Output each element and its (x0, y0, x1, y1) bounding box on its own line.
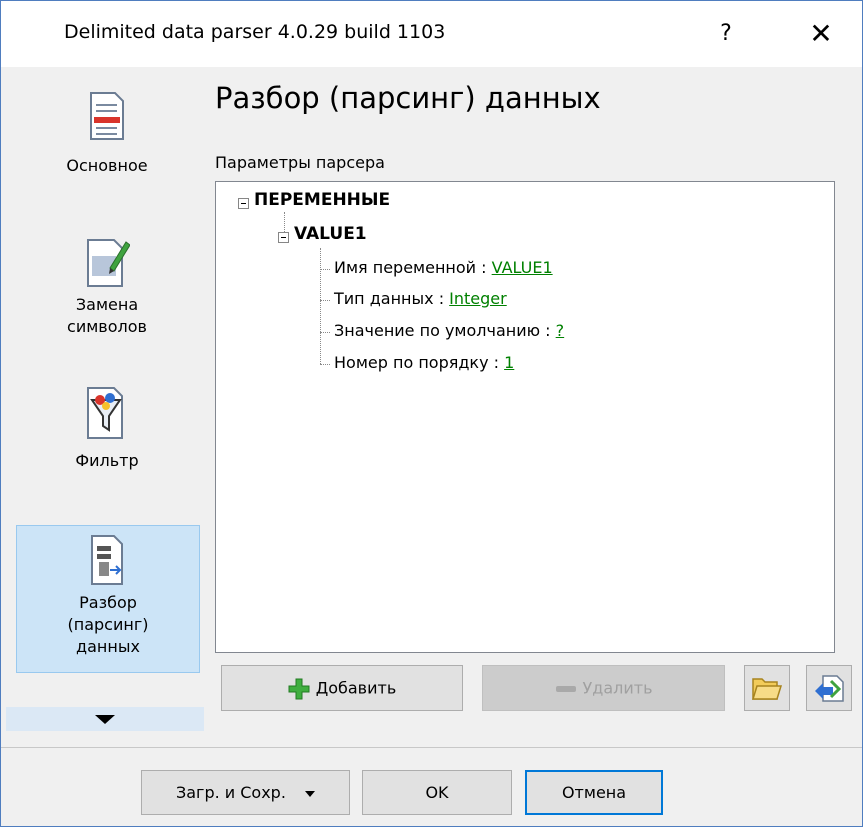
sidebar-item-parsing[interactable]: Разбор (парсинг) данных (16, 525, 200, 673)
funnel-icon (87, 387, 123, 439)
window-title: Delimited data parser 4.0.29 build 1103 (64, 21, 446, 43)
open-folder-button[interactable] (744, 665, 790, 711)
ok-button[interactable]: OK (362, 770, 512, 815)
prop-value-link[interactable]: Integer (449, 289, 507, 308)
parser-icon (91, 535, 123, 585)
document-icon (90, 92, 124, 140)
close-button[interactable]: ✕ (791, 11, 851, 57)
add-button-label: Добавить (315, 678, 397, 698)
prop-value-link[interactable]: VALUE1 (492, 258, 553, 277)
minus-icon (555, 685, 576, 692)
collapse-icon[interactable] (278, 232, 289, 243)
add-button[interactable]: Добавить (221, 665, 463, 711)
prop-label: Тип данных : (334, 289, 450, 308)
delete-button[interactable]: Удалить (482, 665, 725, 711)
export-icon (815, 675, 844, 702)
tree-prop-order[interactable]: Номер по порядку : 1 (334, 353, 514, 372)
cancel-button[interactable]: Отмена (525, 770, 663, 815)
sidebar-item-filter[interactable]: Фильтр (16, 382, 198, 497)
sidebar-item-label: Замена символов (67, 295, 147, 336)
export-button[interactable] (806, 665, 852, 711)
chevron-down-icon (95, 715, 115, 724)
help-button[interactable]: ? (701, 11, 751, 57)
title-bar: Delimited data parser 4.0.29 build 1103 … (1, 1, 862, 67)
tree-node-value1[interactable]: VALUE1 (294, 224, 367, 244)
prop-label: Номер по порядку : (334, 353, 505, 372)
prop-label: Имя переменной : (334, 258, 492, 277)
prop-value-link[interactable]: ? (556, 321, 565, 340)
tree-node-variables[interactable]: ПЕРЕМЕННЫЕ (254, 190, 390, 210)
sidebar: Основное Замена символов Фильтр Разбор (… (1, 67, 206, 747)
sidebar-item-label: Разбор (парсинг) данных (67, 593, 149, 656)
tree-prop-type[interactable]: Тип данных : Integer (334, 289, 507, 308)
collapse-icon[interactable] (238, 198, 249, 209)
parser-tree[interactable]: ПЕРЕМЕННЫЕ VALUE1 Имя переменной : VALUE… (215, 181, 835, 653)
page-title: Разбор (парсинг) данных (215, 81, 601, 115)
sidebar-item-label: Основное (66, 156, 148, 175)
chevron-down-icon (305, 790, 316, 797)
delete-button-label: Удалить (582, 678, 653, 698)
tree-prop-default[interactable]: Значение по умолчанию : ? (334, 321, 564, 340)
plus-icon (288, 678, 310, 699)
prop-label: Значение по умолчанию : (334, 321, 556, 340)
open-folder-icon (751, 678, 783, 700)
sidebar-scroll-down-button[interactable] (6, 707, 204, 731)
dialog-window: Delimited data parser 4.0.29 build 1103 … (0, 0, 863, 827)
parser-params-label: Параметры парсера (215, 153, 385, 172)
load-save-label: Загр. и Сохр. (175, 783, 286, 802)
tree-prop-name[interactable]: Имя переменной : VALUE1 (334, 258, 553, 277)
sidebar-item-replace[interactable]: Замена символов (16, 232, 198, 352)
prop-value-link[interactable]: 1 (504, 353, 514, 372)
sidebar-item-label: Фильтр (75, 451, 139, 470)
footer-separator (1, 747, 862, 748)
pencil-document-icon (87, 239, 130, 287)
sidebar-item-general[interactable]: Основное (16, 87, 198, 197)
load-save-dropdown-button[interactable]: Загр. и Сохр. (141, 770, 350, 815)
